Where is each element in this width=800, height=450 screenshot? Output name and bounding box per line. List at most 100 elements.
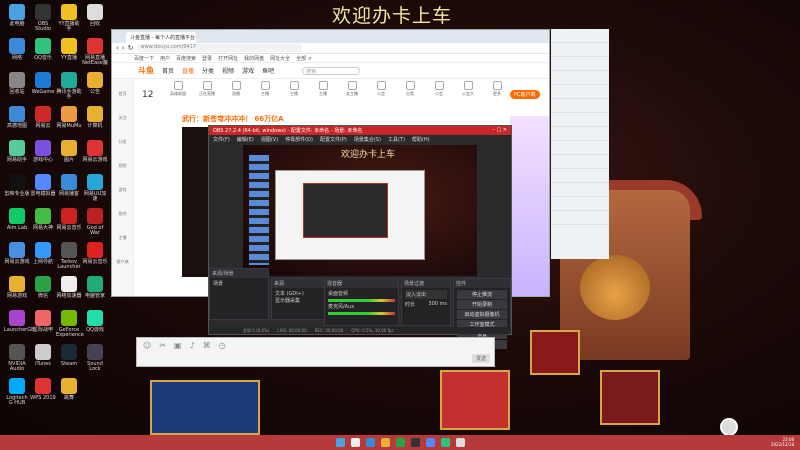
minimize-icon[interactable]: –	[492, 127, 495, 133]
source-item[interactable]: 显示器采集	[275, 297, 327, 304]
desktop-icon[interactable]: 网易助手	[4, 140, 30, 163]
control-button[interactable]: 停止推流	[457, 290, 507, 299]
desktop-icon[interactable]: 网易游戏	[4, 276, 30, 299]
sidebar-item[interactable]: 主播	[112, 223, 133, 247]
desktop-icon[interactable]: 网易UU加速	[82, 174, 108, 203]
back-icon[interactable]: ‹	[116, 44, 119, 52]
desktop-icon[interactable]: 网易云游戏	[4, 242, 30, 265]
desktop-icon[interactable]: 网易大神	[30, 208, 56, 231]
desktop-icon[interactable]: 网易云音乐	[82, 242, 108, 265]
sidebar-item[interactable]: 首页	[112, 79, 133, 103]
desktop-icon[interactable]: YY直播	[56, 38, 82, 61]
browser-tab[interactable]: 斗鱼直播 - 每个人的直播平台	[126, 32, 196, 43]
nav-item[interactable]: 直播	[182, 66, 194, 75]
pc-client-button[interactable]: PC客户端	[510, 90, 540, 99]
desktop-icon[interactable]: QQ游戏	[82, 310, 108, 333]
send-button[interactable]: 发送	[471, 354, 490, 363]
folder-icon[interactable]	[380, 438, 390, 447]
sidebar-item[interactable]: 游戏	[112, 175, 133, 199]
category-item[interactable]: 公会大	[458, 81, 478, 97]
bookmark-item[interactable]: 网址大全	[270, 55, 290, 62]
desktop-icon[interactable]: 网易MuMu	[56, 106, 82, 129]
nav-item[interactable]: 鱼吧	[262, 66, 274, 75]
duration-input[interactable]: 300 ms	[428, 301, 447, 308]
category-item[interactable]: 女主播	[342, 81, 362, 97]
category-item[interactable]: 主播	[313, 81, 333, 97]
desktop-icon[interactable]: 回收	[82, 4, 108, 27]
desktop-icon[interactable]: Steam	[56, 344, 82, 367]
desktop-icon[interactable]: 跳舞	[56, 378, 82, 401]
site-search-input[interactable]: 搜索	[302, 66, 361, 75]
sidebar-item[interactable]: 关注	[112, 103, 133, 127]
desktop-icon[interactable]: QQ音乐	[30, 38, 56, 61]
desktop-icon[interactable]: 星际战甲	[30, 310, 56, 333]
sidebar-item[interactable]: 视频	[112, 151, 133, 175]
bookmark-item[interactable]: 打开网址	[218, 55, 238, 62]
avatar[interactable]	[720, 418, 738, 436]
start-icon[interactable]	[335, 438, 345, 447]
wechat-icon[interactable]	[395, 438, 405, 447]
chat-tool-icon[interactable]: ⌘	[203, 341, 211, 350]
desktop-icon[interactable]: 回收站	[4, 72, 30, 95]
obs-menu-item[interactable]: 工具(T)	[388, 136, 405, 143]
bookmark-item[interactable]: 登录	[202, 55, 212, 62]
obs-window[interactable]: OBS 27.2.4 (64-bit, windows) - 配置文件: 未命名…	[208, 125, 512, 349]
app-icon[interactable]	[455, 438, 465, 447]
maximize-icon[interactable]: □	[496, 127, 501, 133]
obs-menu-item[interactable]: 编辑(E)	[237, 136, 254, 143]
contact-row[interactable]	[551, 155, 609, 169]
control-button[interactable]: 开始录制	[457, 300, 507, 309]
bookmark-item[interactable]: 我的网盘	[244, 55, 264, 62]
desktop-icon[interactable]: Sound Lock	[82, 344, 108, 373]
category-item[interactable]: 公会	[429, 81, 449, 97]
desktop-icon[interactable]: GeForce Experience	[56, 310, 84, 339]
desktop-icon[interactable]: 上网导航	[30, 242, 56, 265]
contact-row[interactable]	[551, 85, 609, 99]
desktop-icon[interactable]: 高德地图	[4, 106, 30, 129]
promo-panel[interactable]	[510, 116, 549, 296]
desktop-icon[interactable]: 网络加速器	[56, 276, 82, 299]
desktop-icon[interactable]: 计算机	[82, 106, 108, 129]
chat-tool-icon[interactable]: ♪	[190, 341, 195, 350]
category-item[interactable]: 直播	[226, 81, 246, 97]
clock-date[interactable]: 2022/12/18	[771, 442, 794, 447]
obs-preview[interactable]: 欢迎办卡上车	[243, 145, 477, 276]
desktop-icon[interactable]: WPS 2019	[30, 378, 56, 401]
chat-tool-icon[interactable]: ✂	[159, 341, 166, 350]
obs-menu-item[interactable]: 文件(F)	[213, 136, 230, 143]
control-button[interactable]: 启动虚拟摄像机	[457, 310, 507, 319]
browser-icon[interactable]	[425, 438, 435, 447]
desktop-icon[interactable]: 网易云游戏	[82, 140, 108, 163]
desktop-icon[interactable]: 网易云	[30, 106, 56, 129]
obs-menu-item[interactable]: 帮助(H)	[412, 136, 430, 143]
contact-row[interactable]	[551, 57, 609, 71]
desktop-icon[interactable]: Aim Lab	[4, 208, 30, 231]
nav-item[interactable]: 分类	[202, 66, 214, 75]
nav-item[interactable]: 游戏	[242, 66, 254, 75]
address-bar[interactable]: www.douyu.com/9417	[136, 44, 302, 52]
contact-row[interactable]	[551, 43, 609, 57]
category-item[interactable]: 英雄联盟	[168, 81, 188, 97]
desktop-icon[interactable]: 公告	[82, 72, 108, 95]
chat-input-window[interactable]: ☺ ✂ ▣ ♪ ⌘ ◷ 发送	[136, 337, 495, 367]
category-item[interactable]: 分类	[400, 81, 420, 97]
nav-item[interactable]: 首页	[162, 66, 174, 75]
contact-row[interactable]	[551, 169, 609, 183]
category-item[interactable]: 公会	[371, 81, 391, 97]
obs-menu-item[interactable]: 视图(V)	[261, 136, 278, 143]
contact-row[interactable]	[551, 71, 609, 85]
desktop-icon[interactable]: 游戏中心	[30, 140, 56, 163]
obs-menu-item[interactable]: 停靠部件(D)	[285, 136, 313, 143]
desktop-icon[interactable]: LauncherGB	[4, 310, 35, 333]
category-item[interactable]: 主播	[255, 81, 275, 97]
contact-row[interactable]	[551, 141, 609, 155]
edge-icon[interactable]	[365, 438, 375, 447]
category-item[interactable]: 正在直播	[197, 81, 217, 97]
desktop-icon[interactable]: WeGame	[30, 72, 56, 95]
contact-row[interactable]	[551, 197, 609, 211]
bookmark-item[interactable]: 用户	[160, 55, 170, 62]
chat-tool-icon[interactable]: ☺	[143, 341, 151, 350]
transition-type-select[interactable]: 淡入淡出	[405, 290, 447, 299]
desktop-icon[interactable]: 网易播客	[56, 174, 82, 197]
desktop-icon[interactable]: YY直播助手	[56, 4, 82, 33]
